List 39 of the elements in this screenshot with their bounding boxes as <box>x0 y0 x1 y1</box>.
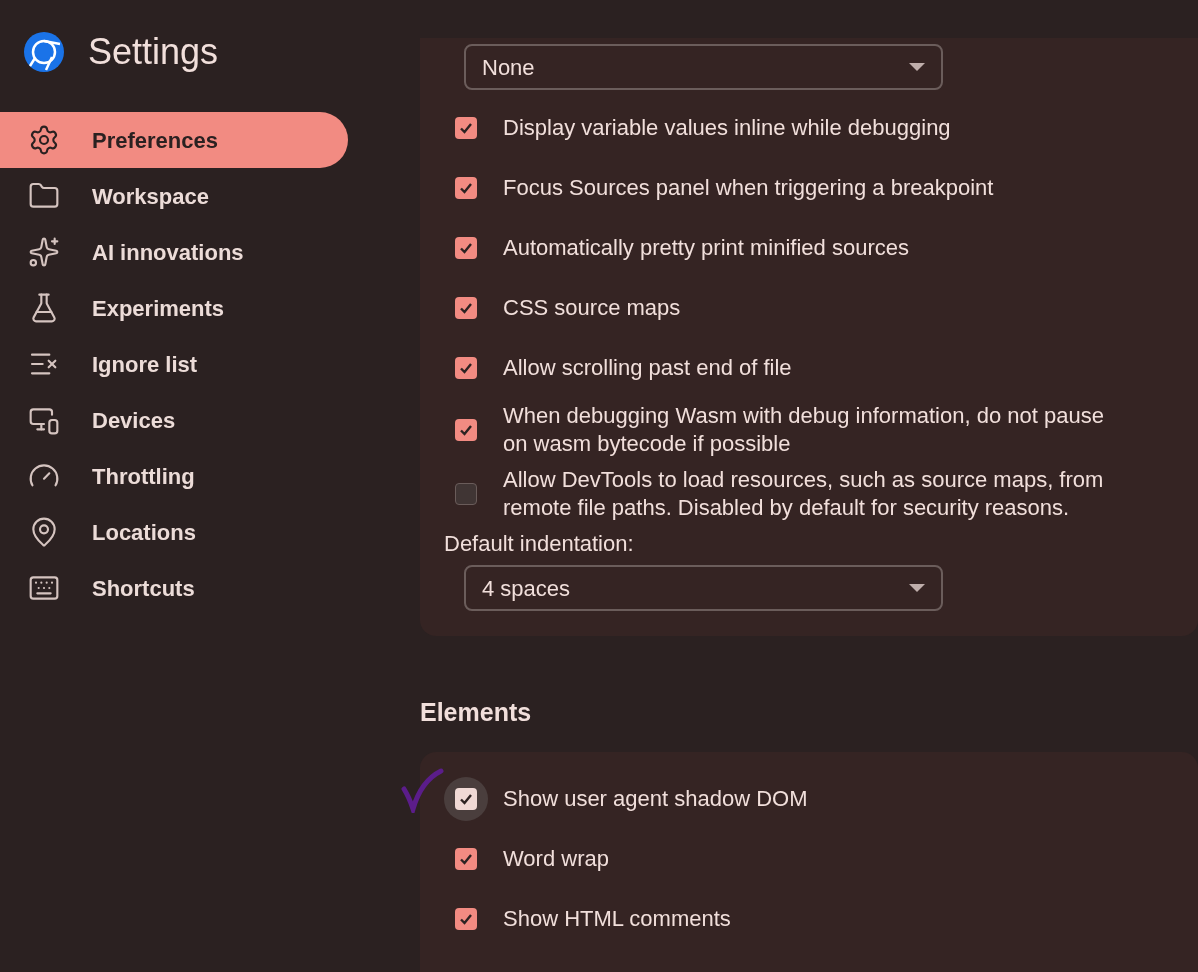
indentation-select[interactable]: 4 spaces <box>464 565 943 611</box>
option-label: Allow scrolling past end of file <box>503 354 792 382</box>
sidebar-item[interactable]: Preferences <box>0 112 348 168</box>
select-field[interactable]: None <box>464 44 943 90</box>
checkbox[interactable] <box>455 237 477 259</box>
option-label: CSS source maps <box>503 294 681 322</box>
sidebar-item[interactable]: Locations <box>0 504 348 560</box>
browser-logo-icon <box>24 32 64 72</box>
sidebar-item[interactable]: Workspace <box>0 168 348 224</box>
checkbox[interactable] <box>455 177 477 199</box>
checkbox[interactable] <box>455 117 477 139</box>
sidebar-item[interactable]: Throttling <box>0 448 348 504</box>
checkbox[interactable] <box>455 297 477 319</box>
option-label: Show HTML comments <box>503 904 731 933</box>
option-label: When debugging Wasm with debug information, do not pause on wasm bytecode if possible <box>503 402 1105 458</box>
dropdown-caret-icon <box>909 584 925 592</box>
sidebar-item[interactable]: Devices <box>0 392 348 448</box>
option-label: Word wrap <box>503 844 609 873</box>
sidebar-item[interactable]: Ignore list <box>0 336 348 392</box>
settings-title: Settings <box>88 30 219 74</box>
option-label: Focus Sources panel when triggering a breakpoint <box>503 174 994 202</box>
dropdown-caret-icon <box>909 63 925 71</box>
field-label: Default indentation: <box>444 530 635 558</box>
gear-icon <box>28 124 60 156</box>
option-label: Allow DevTools to load resources, such as source maps, from remote file paths. Disabled by default for security reasons. <box>503 466 1105 522</box>
checkbox[interactable] <box>455 419 477 441</box>
section-heading: Elements <box>420 697 533 728</box>
checkbox[interactable] <box>455 907 477 930</box>
option-label: Display variable values inline while debugging <box>503 114 951 142</box>
sidebar-item[interactable]: Shortcuts <box>0 560 348 616</box>
sparkles-icon <box>28 236 60 268</box>
option-label: Show user agent shadow DOM <box>503 784 808 813</box>
checkbox[interactable] <box>455 787 477 810</box>
checkbox[interactable] <box>455 357 477 379</box>
checkbox[interactable] <box>455 483 477 505</box>
checkbox[interactable] <box>455 847 477 870</box>
sidebar-item[interactable]: Experiments <box>0 280 348 336</box>
sidebar-item[interactable]: AI innovations <box>0 224 348 280</box>
option-label: Automatically pretty print minified sources <box>503 234 909 262</box>
